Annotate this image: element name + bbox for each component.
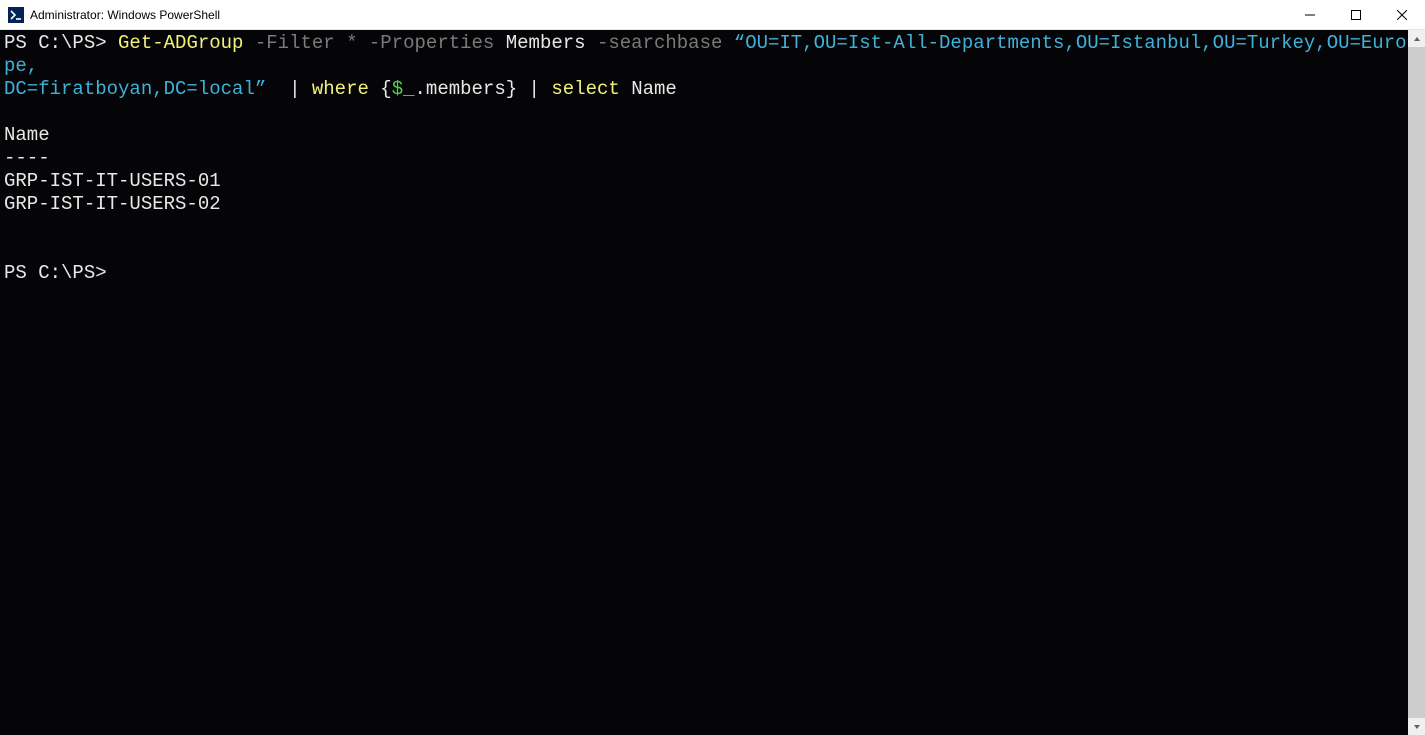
terminal-output[interactable]: PS C:\PS> Get-ADGroup -Filter * -Propert… <box>0 30 1408 735</box>
maximize-button[interactable] <box>1333 0 1379 29</box>
select-arg: Name <box>631 78 677 100</box>
column-divider: ---- <box>4 147 50 169</box>
result-row: GRP-IST-IT-USERS-02 <box>4 193 221 215</box>
wildcard: * <box>346 32 357 54</box>
cmdlet-name: Get-ADGroup <box>118 32 243 54</box>
scroll-up-arrow-icon[interactable] <box>1408 30 1425 47</box>
console-area: PS C:\PS> Get-ADGroup -Filter * -Propert… <box>0 30 1425 735</box>
where-keyword: where <box>312 78 369 100</box>
pipe-operator: | <box>529 78 540 100</box>
vertical-scrollbar[interactable] <box>1408 30 1425 735</box>
powershell-icon <box>8 7 24 23</box>
pipe-operator: | <box>289 78 300 100</box>
scroll-thumb[interactable] <box>1408 47 1425 718</box>
prompt-text: PS C:\PS> <box>4 32 107 54</box>
titlebar: Administrator: Windows PowerShell <box>0 0 1425 30</box>
result-row: GRP-IST-IT-USERS-01 <box>4 170 221 192</box>
brace-close: } <box>506 78 517 100</box>
members-property: .members <box>415 78 506 100</box>
searchbase-string-part2: DC=firatboyan,DC=local” <box>4 78 266 100</box>
param-properties: -Properties <box>369 32 494 54</box>
dollar-underscore: $_ <box>392 78 415 100</box>
select-keyword: select <box>551 78 619 100</box>
prompt-text: PS C:\PS> <box>4 262 107 284</box>
scroll-down-arrow-icon[interactable] <box>1408 718 1425 735</box>
param-value-members: Members <box>506 32 586 54</box>
window-title: Administrator: Windows PowerShell <box>30 8 220 22</box>
column-header: Name <box>4 124 50 146</box>
param-filter: -Filter <box>255 32 335 54</box>
close-button[interactable] <box>1379 0 1425 29</box>
scroll-track[interactable] <box>1408 47 1425 718</box>
window-controls <box>1287 0 1425 29</box>
minimize-button[interactable] <box>1287 0 1333 29</box>
brace-open: { <box>380 78 391 100</box>
param-searchbase: -searchbase <box>597 32 722 54</box>
